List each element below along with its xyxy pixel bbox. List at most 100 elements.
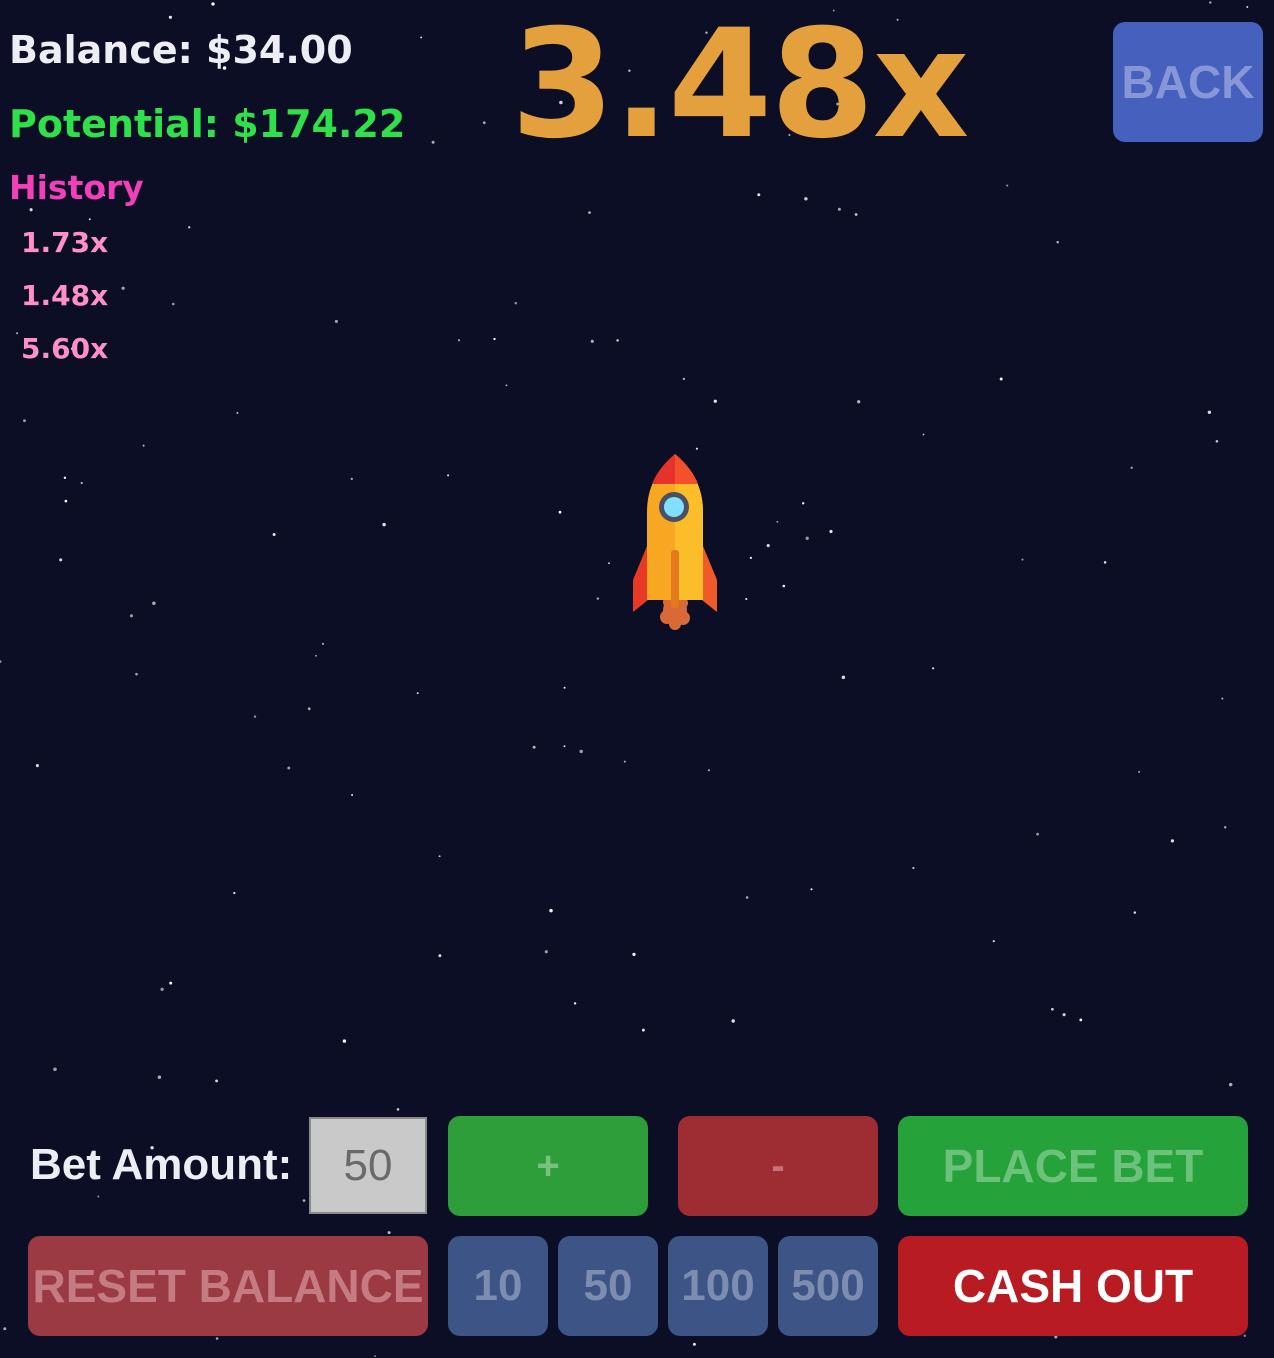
multiplier-display: 3.48x xyxy=(510,0,970,172)
star xyxy=(776,520,779,523)
chip-50-button[interactable]: 50 xyxy=(558,1236,658,1336)
star xyxy=(135,672,138,676)
decrease-bet-button[interactable]: - xyxy=(678,1116,878,1216)
star xyxy=(632,952,636,957)
star xyxy=(810,888,813,891)
star xyxy=(1021,558,1024,561)
star xyxy=(307,707,311,711)
star xyxy=(641,1028,645,1032)
star xyxy=(707,769,710,772)
star xyxy=(1079,1018,1083,1022)
star xyxy=(579,749,583,754)
star xyxy=(493,337,496,341)
star xyxy=(857,400,861,404)
star xyxy=(88,218,91,221)
star xyxy=(802,502,805,505)
star xyxy=(0,660,2,663)
star xyxy=(766,544,770,548)
star xyxy=(912,866,915,870)
star xyxy=(573,1002,577,1005)
star xyxy=(616,339,619,342)
star xyxy=(841,675,846,680)
star xyxy=(16,332,19,335)
star xyxy=(447,474,450,477)
star xyxy=(350,477,353,481)
star xyxy=(121,286,125,290)
star xyxy=(608,562,610,565)
star xyxy=(374,1355,377,1358)
star xyxy=(416,692,419,695)
star xyxy=(169,981,173,985)
place-bet-button[interactable]: PLACE BET xyxy=(898,1116,1248,1216)
star xyxy=(236,411,239,414)
star xyxy=(1170,839,1175,843)
back-button[interactable]: BACK xyxy=(1113,22,1263,142)
star xyxy=(514,301,518,305)
star xyxy=(558,510,562,514)
increase-bet-button[interactable]: + xyxy=(448,1116,648,1216)
history-item: 1.73x xyxy=(21,226,109,259)
star xyxy=(1228,1082,1233,1087)
star xyxy=(544,950,548,954)
rocket-icon xyxy=(633,454,717,630)
star xyxy=(805,536,809,540)
star xyxy=(35,764,39,768)
star xyxy=(1243,1334,1246,1337)
star xyxy=(64,499,68,503)
chip-500-button[interactable]: 500 xyxy=(778,1236,878,1336)
star xyxy=(1103,561,1107,564)
star xyxy=(1062,1013,1066,1017)
star xyxy=(396,1108,400,1111)
star xyxy=(142,444,145,447)
star xyxy=(1130,466,1133,469)
star xyxy=(623,760,626,763)
star xyxy=(80,481,83,485)
star xyxy=(1036,832,1039,836)
star xyxy=(1133,911,1137,914)
star xyxy=(1221,697,1224,700)
star xyxy=(549,908,553,913)
bet-amount-input[interactable] xyxy=(309,1117,427,1214)
star xyxy=(53,1067,57,1072)
star xyxy=(129,614,134,618)
chip-100-button[interactable]: 100 xyxy=(668,1236,768,1336)
star xyxy=(215,1079,219,1083)
star xyxy=(999,377,1003,381)
star xyxy=(302,1199,306,1202)
star xyxy=(757,193,761,197)
star xyxy=(590,339,594,343)
reset-balance-button[interactable]: RESET BALANCE xyxy=(28,1236,428,1336)
star xyxy=(63,476,67,480)
star xyxy=(287,766,291,770)
star xyxy=(457,339,461,342)
chip-10-button[interactable]: 10 xyxy=(448,1236,548,1336)
star xyxy=(342,1039,347,1043)
star xyxy=(563,686,566,689)
star xyxy=(334,319,338,323)
star xyxy=(829,529,833,534)
star xyxy=(922,433,925,436)
star xyxy=(596,597,600,600)
star xyxy=(59,558,63,562)
cash-out-button[interactable]: CASH OUT xyxy=(898,1236,1248,1336)
star xyxy=(314,654,317,657)
star xyxy=(272,532,276,537)
star xyxy=(97,1195,100,1198)
star xyxy=(160,987,164,991)
star xyxy=(854,213,858,216)
star xyxy=(438,954,442,958)
star xyxy=(804,197,808,201)
star xyxy=(188,226,191,229)
star xyxy=(1224,826,1227,829)
star xyxy=(505,384,508,387)
star xyxy=(588,211,591,214)
star xyxy=(682,377,686,381)
star xyxy=(992,940,995,943)
star xyxy=(1207,410,1212,414)
star xyxy=(215,1337,219,1340)
star xyxy=(152,601,156,606)
star xyxy=(1051,1007,1054,1011)
star xyxy=(532,745,536,749)
star xyxy=(1215,440,1219,443)
star xyxy=(745,896,749,899)
